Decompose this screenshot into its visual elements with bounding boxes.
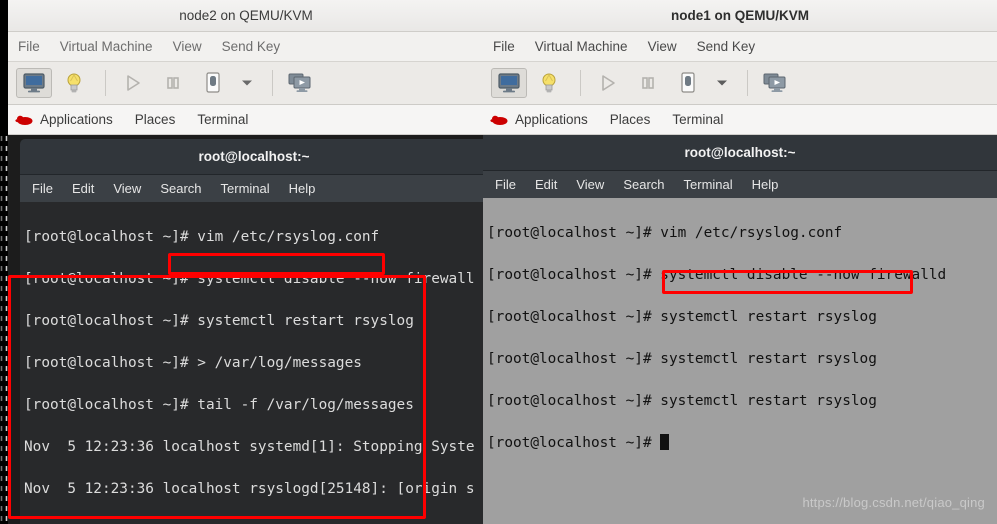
menu-virtual-machine[interactable]: Virtual Machine bbox=[60, 39, 153, 54]
menu-send-key[interactable]: Send Key bbox=[697, 39, 756, 54]
terminal-prompt: [root@localhost ~]# bbox=[487, 435, 661, 451]
toolbar-separator-2 bbox=[272, 70, 273, 96]
snapshots-icon[interactable] bbox=[282, 68, 318, 98]
left-window-menubar[interactable]: File Virtual Machine View Send Key bbox=[8, 32, 484, 62]
red-hat-logo-icon bbox=[489, 113, 509, 127]
screenshot-root: node2 on QEMU/KVM File Virtual Machine V… bbox=[0, 0, 997, 524]
right-window-toolbar[interactable] bbox=[483, 62, 997, 105]
left-terminal-output[interactable]: [root@localhost ~]# vim /etc/rsyslog.con… bbox=[20, 202, 484, 524]
terminal-line: [root@localhost ~]# tail -f /var/log/mes… bbox=[24, 397, 414, 413]
red-hat-logo-icon bbox=[14, 113, 34, 127]
virt-manager-window-node1[interactable]: node1 on QEMU/KVM File Virtual Machine V… bbox=[483, 0, 997, 524]
right-window-menubar[interactable]: File Virtual Machine View Send Key bbox=[483, 32, 997, 62]
terminal-menu-edit[interactable]: Edit bbox=[72, 181, 94, 196]
console-view-icon[interactable] bbox=[491, 68, 527, 98]
gnome-terminal-node1[interactable]: root@localhost:~ File Edit View Search T… bbox=[483, 135, 997, 524]
left-window-titlebar[interactable]: node2 on QEMU/KVM bbox=[8, 0, 484, 32]
watermark-url: https://blog.csdn.net/qiao_qing bbox=[802, 495, 985, 510]
left-terminal-title: root@localhost:~ bbox=[198, 149, 310, 164]
pause-icon bbox=[630, 68, 666, 98]
guest-menu-places[interactable]: Places bbox=[610, 112, 651, 127]
toolbar-separator-1 bbox=[580, 70, 581, 96]
terminal-menu-search[interactable]: Search bbox=[160, 181, 201, 196]
details-view-icon[interactable] bbox=[56, 68, 92, 98]
terminal-line: [root@localhost ~]# systemctl restart rs… bbox=[487, 309, 877, 325]
terminal-menu-help[interactable]: Help bbox=[752, 177, 779, 192]
terminal-line: [root@localhost ~]# systemctl restart rs… bbox=[487, 393, 877, 409]
left-window-title: node2 on QEMU/KVM bbox=[179, 8, 313, 23]
menu-file[interactable]: File bbox=[493, 39, 515, 54]
left-terminal-titlebar[interactable]: root@localhost:~ bbox=[20, 139, 484, 175]
menu-view[interactable]: View bbox=[648, 39, 677, 54]
shutdown-dropdown-icon[interactable] bbox=[235, 68, 259, 98]
terminal-line: [root@localhost ~]# systemctl disable --… bbox=[24, 271, 475, 287]
virt-manager-window-node2[interactable]: node2 on QEMU/KVM File Virtual Machine V… bbox=[8, 0, 484, 524]
terminal-menu-edit[interactable]: Edit bbox=[535, 177, 557, 192]
shutdown-icon[interactable] bbox=[670, 68, 706, 98]
right-terminal-title: root@localhost:~ bbox=[684, 145, 796, 160]
right-guest-top-panel[interactable]: Applications Places Terminal bbox=[483, 105, 997, 135]
details-view-icon[interactable] bbox=[531, 68, 567, 98]
terminal-menu-terminal[interactable]: Terminal bbox=[684, 177, 733, 192]
menu-virtual-machine[interactable]: Virtual Machine bbox=[535, 39, 628, 54]
right-window-title: node1 on QEMU/KVM bbox=[671, 8, 809, 23]
terminal-line: [root@localhost ~]# > /var/log/messages bbox=[24, 355, 362, 371]
terminal-menu-view[interactable]: View bbox=[113, 181, 141, 196]
toolbar-separator-1 bbox=[105, 70, 106, 96]
guest-menu-places[interactable]: Places bbox=[135, 112, 176, 127]
pause-icon bbox=[155, 68, 191, 98]
shutdown-icon[interactable] bbox=[195, 68, 231, 98]
guest-menu-terminal[interactable]: Terminal bbox=[672, 112, 723, 127]
guest-menu-applications[interactable]: Applications bbox=[40, 112, 113, 127]
snapshots-icon[interactable] bbox=[757, 68, 793, 98]
guest-menu-terminal[interactable]: Terminal bbox=[197, 112, 248, 127]
terminal-line: Nov 5 12:23:36 localhost rsyslogd[25148]… bbox=[24, 481, 475, 497]
text-cursor bbox=[660, 434, 670, 450]
left-window-toolbar[interactable] bbox=[8, 62, 484, 105]
left-terminal-menubar[interactable]: File Edit View Search Terminal Help bbox=[20, 175, 484, 202]
guest-menu-applications[interactable]: Applications bbox=[515, 112, 588, 127]
right-terminal-titlebar[interactable]: root@localhost:~ bbox=[483, 135, 997, 171]
shutdown-dropdown-icon[interactable] bbox=[710, 68, 734, 98]
terminal-line: [root@localhost ~]# vim /etc/rsyslog.con… bbox=[487, 225, 843, 241]
menu-file[interactable]: File bbox=[18, 39, 40, 54]
terminal-line: [root@localhost ~]# systemctl disable --… bbox=[487, 267, 947, 283]
right-window-titlebar[interactable]: node1 on QEMU/KVM bbox=[483, 0, 997, 32]
terminal-line: Nov 5 12:23:36 localhost systemd[1]: Sto… bbox=[24, 439, 475, 455]
toolbar-separator-2 bbox=[747, 70, 748, 96]
menu-send-key[interactable]: Send Key bbox=[222, 39, 281, 54]
terminal-menu-file[interactable]: File bbox=[495, 177, 516, 192]
terminal-menu-view[interactable]: View bbox=[576, 177, 604, 192]
terminal-line: [root@localhost ~]# vim /etc/rsyslog.con… bbox=[24, 229, 380, 245]
terminal-menu-help[interactable]: Help bbox=[289, 181, 316, 196]
terminal-prompt-line: [root@localhost ~]# bbox=[487, 433, 997, 454]
console-view-icon[interactable] bbox=[16, 68, 52, 98]
terminal-line: [root@localhost ~]# systemctl restart rs… bbox=[24, 313, 414, 329]
right-terminal-menubar[interactable]: File Edit View Search Terminal Help bbox=[483, 171, 997, 198]
menu-view[interactable]: View bbox=[173, 39, 202, 54]
run-icon bbox=[115, 68, 151, 98]
terminal-menu-file[interactable]: File bbox=[32, 181, 53, 196]
terminal-menu-terminal[interactable]: Terminal bbox=[221, 181, 270, 196]
run-icon bbox=[590, 68, 626, 98]
left-guest-top-panel[interactable]: Applications Places Terminal bbox=[8, 105, 484, 135]
gnome-terminal-node2[interactable]: root@localhost:~ File Edit View Search T… bbox=[20, 139, 484, 524]
right-terminal-output[interactable]: [root@localhost ~]# vim /etc/rsyslog.con… bbox=[483, 198, 997, 524]
terminal-line: [root@localhost ~]# systemctl restart rs… bbox=[487, 351, 877, 367]
terminal-menu-search[interactable]: Search bbox=[623, 177, 664, 192]
